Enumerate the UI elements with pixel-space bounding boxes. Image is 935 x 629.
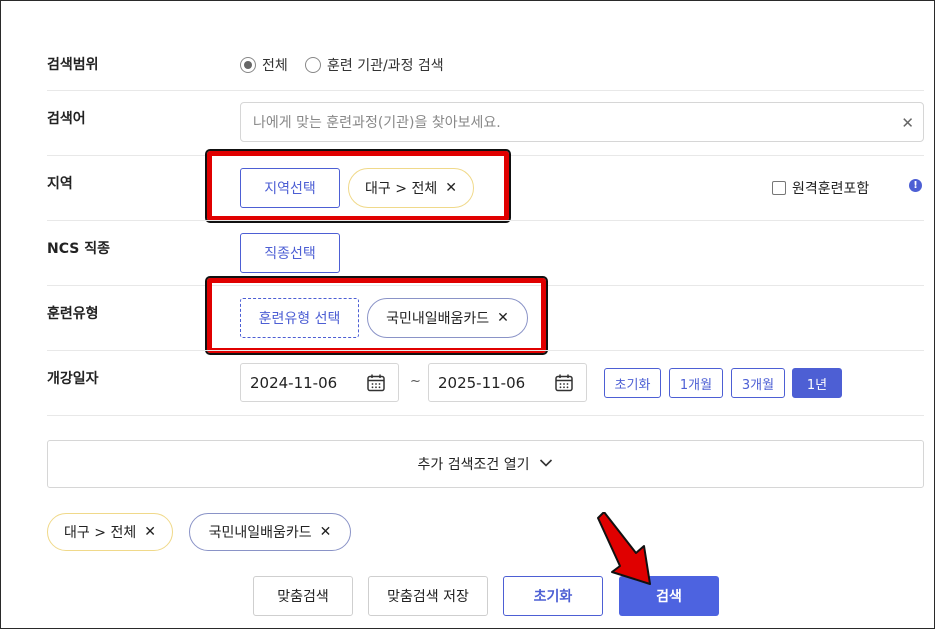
period-reset-button[interactable]: 초기화 [604, 368, 661, 398]
ncs-select-button[interactable]: 직종선택 [240, 233, 340, 273]
radio-institution-indicator[interactable] [305, 57, 321, 73]
period-1-month-button[interactable]: 1개월 [669, 368, 723, 398]
keyword-label: 검색어 [47, 111, 86, 127]
highlight-box-training-type [205, 276, 548, 355]
divider [47, 415, 924, 416]
start-date-from-input[interactable]: 2024-11-06 [240, 363, 399, 402]
checkbox-icon[interactable] [772, 181, 786, 195]
radio-institution-course[interactable]: 훈련 기관/과정 검색 [305, 55, 444, 75]
keyword-input[interactable]: 나에게 맞는 훈련과정(기관)을 찾아보세요. ✕ [240, 102, 924, 142]
remote-training-label: 원격훈련포함 [792, 181, 870, 197]
radio-all-label: 전체 [262, 58, 288, 74]
custom-search-button[interactable]: 맞춤검색 [253, 576, 353, 616]
more-conditions-label: 추가 검색조건 열기 [417, 457, 530, 473]
radio-all[interactable]: 전체 [240, 55, 288, 75]
close-icon[interactable]: ✕ [320, 524, 332, 540]
selected-chip-region-label: 대구 > 전체 [64, 525, 137, 541]
period-1-year-button[interactable]: 1년 [792, 368, 842, 398]
start-date-from-value: 2024-11-06 [250, 373, 338, 392]
calendar-icon[interactable] [554, 373, 574, 397]
annotation-arrow-icon [588, 511, 658, 594]
ncs-label: NCS 직종 [47, 241, 110, 257]
period-3-month-button[interactable]: 3개월 [731, 368, 785, 398]
date-separator: ~ [410, 374, 421, 389]
training-type-label: 훈련유형 [47, 306, 99, 322]
close-icon[interactable]: ✕ [144, 524, 156, 540]
divider [47, 350, 924, 351]
chevron-down-icon [539, 456, 553, 472]
more-conditions-toggle[interactable]: 추가 검색조건 열기 [47, 440, 924, 488]
save-custom-search-button[interactable]: 맞춤검색 저장 [368, 576, 488, 616]
divider [47, 220, 924, 221]
selected-chip-training-type[interactable]: 국민내일배움카드 ✕ [189, 513, 351, 551]
keyword-placeholder: 나에게 맞는 훈련과정(기관)을 찾아보세요. [253, 115, 501, 131]
remote-training-checkbox[interactable]: 원격훈련포함 [772, 178, 869, 198]
close-icon[interactable]: ✕ [901, 114, 914, 132]
highlight-box-region [205, 149, 511, 223]
region-label: 지역 [47, 176, 73, 192]
start-date-to-value: 2025-11-06 [438, 373, 526, 392]
calendar-icon[interactable] [366, 373, 386, 397]
divider [47, 90, 924, 91]
search-scope-label: 검색범위 [47, 57, 99, 73]
radio-all-indicator[interactable] [240, 57, 256, 73]
start-date-to-input[interactable]: 2025-11-06 [428, 363, 587, 402]
selected-chip-region[interactable]: 대구 > 전체 ✕ [47, 513, 173, 551]
start-date-label: 개강일자 [47, 371, 99, 387]
selected-chip-training-type-label: 국민내일배움카드 [208, 525, 312, 541]
info-icon[interactable]: ! [909, 179, 922, 192]
radio-institution-label: 훈련 기관/과정 검색 [327, 58, 444, 74]
